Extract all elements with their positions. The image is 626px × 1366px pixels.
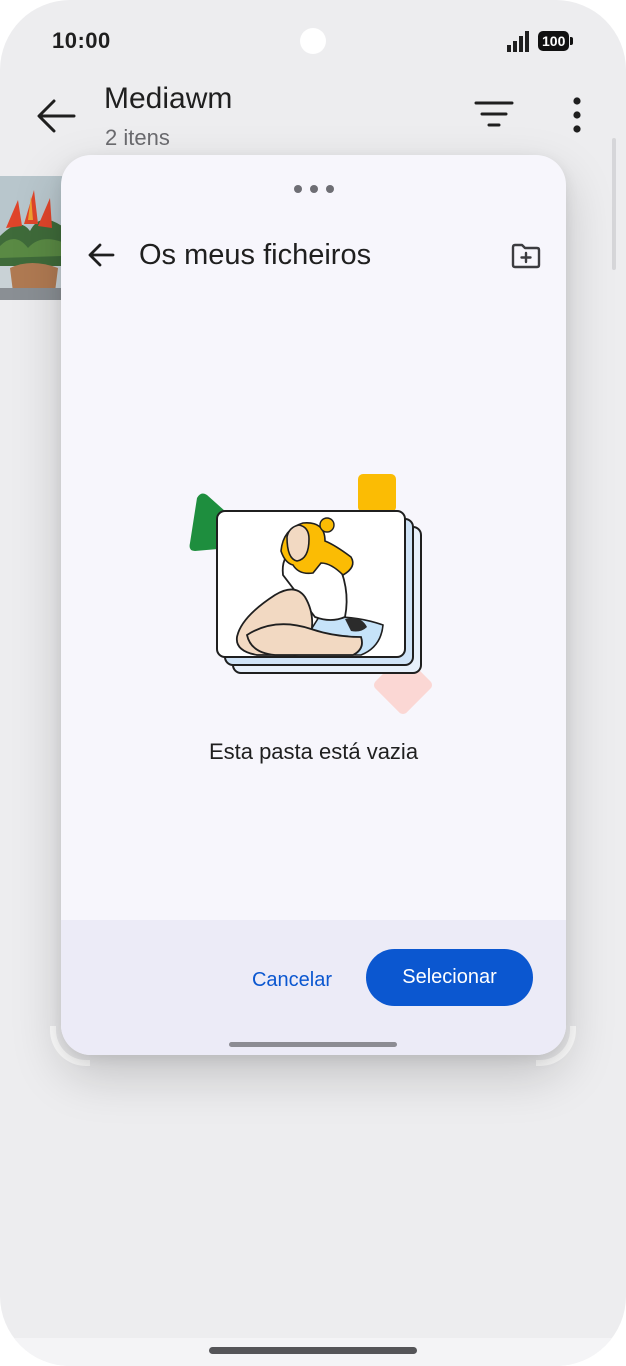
picker-title: Os meus ficheiros	[139, 239, 372, 271]
sheet-gesture-bar[interactable]	[229, 1042, 397, 1047]
back-arrow-icon[interactable]	[34, 94, 78, 138]
empty-folder-illustration	[189, 474, 433, 715]
photo-thumbnail[interactable]	[0, 176, 62, 300]
scrollbar[interactable]	[612, 138, 616, 270]
folder-picker-sheet: Os meus ficheiros Esta pasta está vazia …	[61, 155, 566, 1055]
drag-handle-icon[interactable]	[293, 184, 335, 194]
camera-cutout	[300, 28, 326, 54]
home-indicator[interactable]	[209, 1347, 417, 1354]
select-button[interactable]: Selecionar	[366, 949, 533, 1006]
folder-title: Mediawm	[104, 82, 233, 115]
signal-icon	[507, 31, 529, 52]
empty-state-message: Esta pasta está vazia	[208, 739, 419, 764]
battery-indicator: 100	[538, 31, 574, 51]
filter-icon[interactable]	[474, 100, 514, 130]
back-arrow-icon[interactable]	[85, 239, 117, 271]
create-new-folder-icon[interactable]	[511, 243, 541, 269]
item-count: 2 itens	[105, 125, 170, 150]
phone-screen: 10:00 100 Mediawm 2 itens Os meus fichei…	[0, 0, 626, 1366]
picker-actions: Cancelar Selecionar	[61, 920, 566, 1055]
status-time: 10:00	[52, 28, 111, 53]
more-vert-icon[interactable]	[564, 96, 590, 134]
cancel-button[interactable]: Cancelar	[237, 960, 347, 1000]
